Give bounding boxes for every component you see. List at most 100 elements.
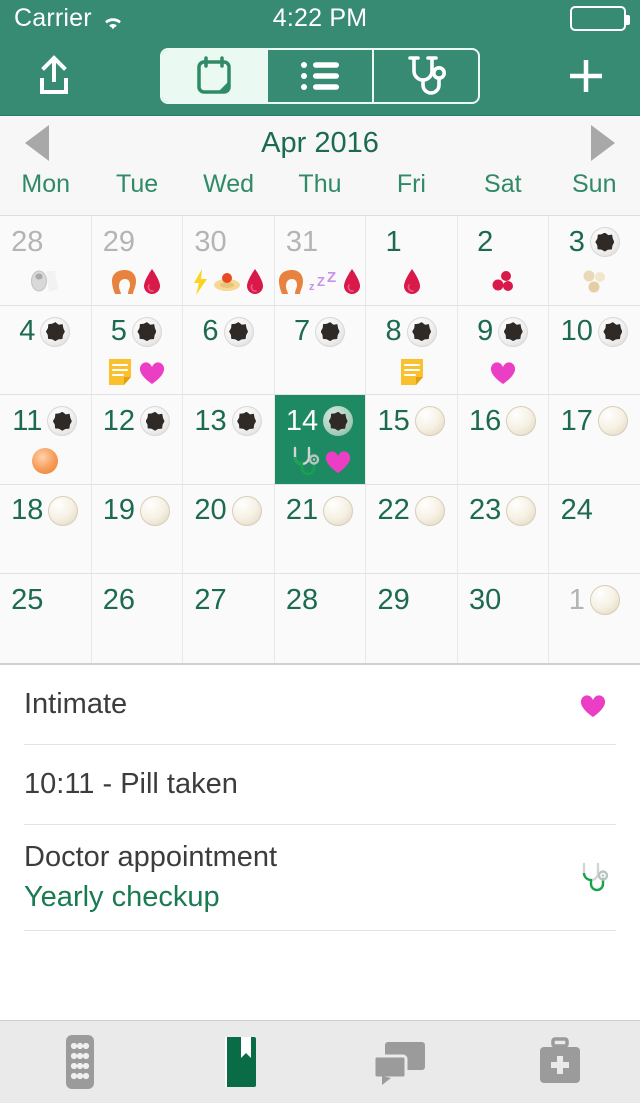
- active-pill-icon: [223, 316, 254, 347]
- calendar-day-cell[interactable]: 11: [0, 395, 92, 484]
- pills-tab[interactable]: [0, 1021, 160, 1103]
- calendar-day-cell[interactable]: 4: [0, 305, 92, 395]
- calendar-day-cell[interactable]: 10: [549, 306, 640, 395]
- calendar-day-cell[interactable]: 1: [366, 216, 458, 305]
- calendar-day-cell[interactable]: 27: [183, 574, 275, 663]
- wifi-icon: [101, 9, 125, 30]
- calendar-day-cell[interactable]: 6: [183, 305, 275, 395]
- calendar-day-top: 11: [0, 401, 91, 441]
- calendar-day-cell[interactable]: 18: [0, 484, 92, 574]
- day-number: 22: [377, 494, 410, 527]
- placebo-pill-icon: [323, 495, 354, 526]
- share-button[interactable]: [26, 48, 82, 104]
- calendar-day-cell[interactable]: 24: [549, 485, 640, 574]
- day-number: 13: [194, 404, 227, 437]
- calendar-day-top: 16: [458, 401, 549, 441]
- segment-calendar[interactable]: [162, 49, 268, 102]
- calendar-day-top: 20: [183, 491, 274, 531]
- detail-list-item[interactable]: 10:11 - Pill taken: [24, 745, 616, 825]
- calendar-day-cell[interactable]: 30: [183, 216, 275, 305]
- calendar-day-cell[interactable]: 17: [549, 395, 640, 484]
- view-segmented-control[interactable]: [160, 47, 480, 104]
- detail-item-text: 10:11 - Pill taken: [24, 766, 238, 802]
- medkit-tab[interactable]: [480, 1021, 640, 1103]
- pill-indicator-slot: [39, 316, 71, 348]
- calendar-day-top: 6: [183, 312, 274, 352]
- book-icon: [225, 1037, 256, 1087]
- calendar-day-top: 30: [183, 222, 274, 262]
- calendar-day-top: 26: [92, 580, 183, 620]
- weekday-label: Sat: [484, 170, 522, 198]
- weekday-label: Thu: [298, 170, 342, 198]
- calendar-day-cell[interactable]: 25: [0, 574, 92, 663]
- calendar-day-cell[interactable]: 26: [92, 574, 184, 663]
- calendar-day-cell[interactable]: 13: [183, 395, 275, 484]
- plus-icon: [570, 59, 602, 92]
- pill-indicator-slot: [139, 405, 171, 437]
- calendar-day-cell[interactable]: 1: [549, 574, 640, 663]
- calendar-day-cell[interactable]: 9: [458, 305, 550, 395]
- day-number: 16: [469, 404, 502, 437]
- active-pill-icon: [131, 316, 162, 347]
- weekday-label: Fri: [396, 170, 426, 198]
- pill-indicator-slot: [505, 405, 537, 437]
- day-number: 2: [477, 225, 494, 258]
- pill-indicator-slot: [505, 584, 537, 616]
- active-pill-icon: [406, 316, 437, 347]
- day-number: 29: [102, 225, 135, 258]
- day-marker-row: [490, 264, 516, 300]
- calendar-day-cell[interactable]: 31 z Z Z: [275, 216, 367, 305]
- day-number: 27: [194, 583, 227, 616]
- calendar-day-top: 21: [275, 491, 366, 531]
- heart-icon: [140, 361, 165, 384]
- svg-text:Z: Z: [317, 274, 325, 289]
- calendar-day-cell[interactable]: 29: [92, 216, 184, 305]
- calendar-day-cell[interactable]: 19: [92, 484, 184, 574]
- weekday-label: Sun: [572, 170, 617, 198]
- day-number: 1: [568, 583, 585, 616]
- calendar-day-cell-selected[interactable]: 14: [274, 395, 367, 484]
- add-button[interactable]: [558, 48, 614, 104]
- chat-tab[interactable]: [320, 1021, 480, 1103]
- diary-tab[interactable]: [160, 1021, 320, 1103]
- calendar-day-cell[interactable]: 29: [366, 574, 458, 663]
- calendar-day-cell[interactable]: 22: [366, 484, 458, 574]
- calendar-day-cell[interactable]: 21: [275, 484, 367, 574]
- pill-indicator-slot: [322, 226, 354, 258]
- calendar-week-row: 4 5 6 7 8 9 10: [0, 305, 640, 396]
- pill-indicator-slot: [231, 495, 263, 527]
- calendar-day-cell[interactable]: 7: [275, 305, 367, 395]
- detail-list-item[interactable]: Doctor appointment Yearly checkup: [24, 825, 616, 931]
- pill-indicator-slot: [47, 226, 79, 258]
- calendar-day-top: 9: [458, 312, 549, 352]
- segment-doctor[interactable]: [374, 50, 478, 102]
- weekday-label: Mon: [21, 170, 71, 198]
- calendar-day-cell[interactable]: 12: [92, 395, 184, 484]
- calendar-day-cell[interactable]: 28: [0, 216, 92, 305]
- calendar-day-cell[interactable]: 28: [275, 574, 367, 663]
- calendar-day-cell[interactable]: 3: [549, 216, 640, 305]
- calendar-day-cell[interactable]: 30: [458, 574, 550, 663]
- calendar-day-cell[interactable]: 2: [458, 216, 550, 305]
- calendar-day-cell[interactable]: 8: [366, 305, 458, 395]
- blood-drop-icon: [403, 269, 420, 294]
- calendar-day-cell[interactable]: 16: [458, 395, 550, 484]
- calendar-day-cell[interactable]: 5: [92, 305, 184, 395]
- calendar-day-cell[interactable]: 15: [366, 395, 458, 484]
- bottom-tab-bar: [0, 1020, 640, 1103]
- placebo-pill-icon: [48, 495, 79, 526]
- pill-indicator-slot: [322, 405, 354, 437]
- day-marker-row: [398, 354, 426, 390]
- calendar-day-top: 8: [366, 312, 457, 352]
- calendar-day-top: 24: [549, 491, 640, 531]
- month-title: Apr 2016: [261, 126, 379, 159]
- day-number: 25: [11, 583, 44, 616]
- segment-list[interactable]: [268, 49, 374, 102]
- pill-indicator-slot: [597, 405, 629, 437]
- pill-indicator-slot: [505, 495, 537, 527]
- detail-list-item[interactable]: Intimate: [24, 665, 616, 745]
- calendar-day-cell[interactable]: 20: [183, 484, 275, 574]
- calendar-day-cell[interactable]: 23: [458, 484, 550, 574]
- active-pill-icon: [40, 316, 71, 347]
- day-number: 6: [202, 315, 219, 348]
